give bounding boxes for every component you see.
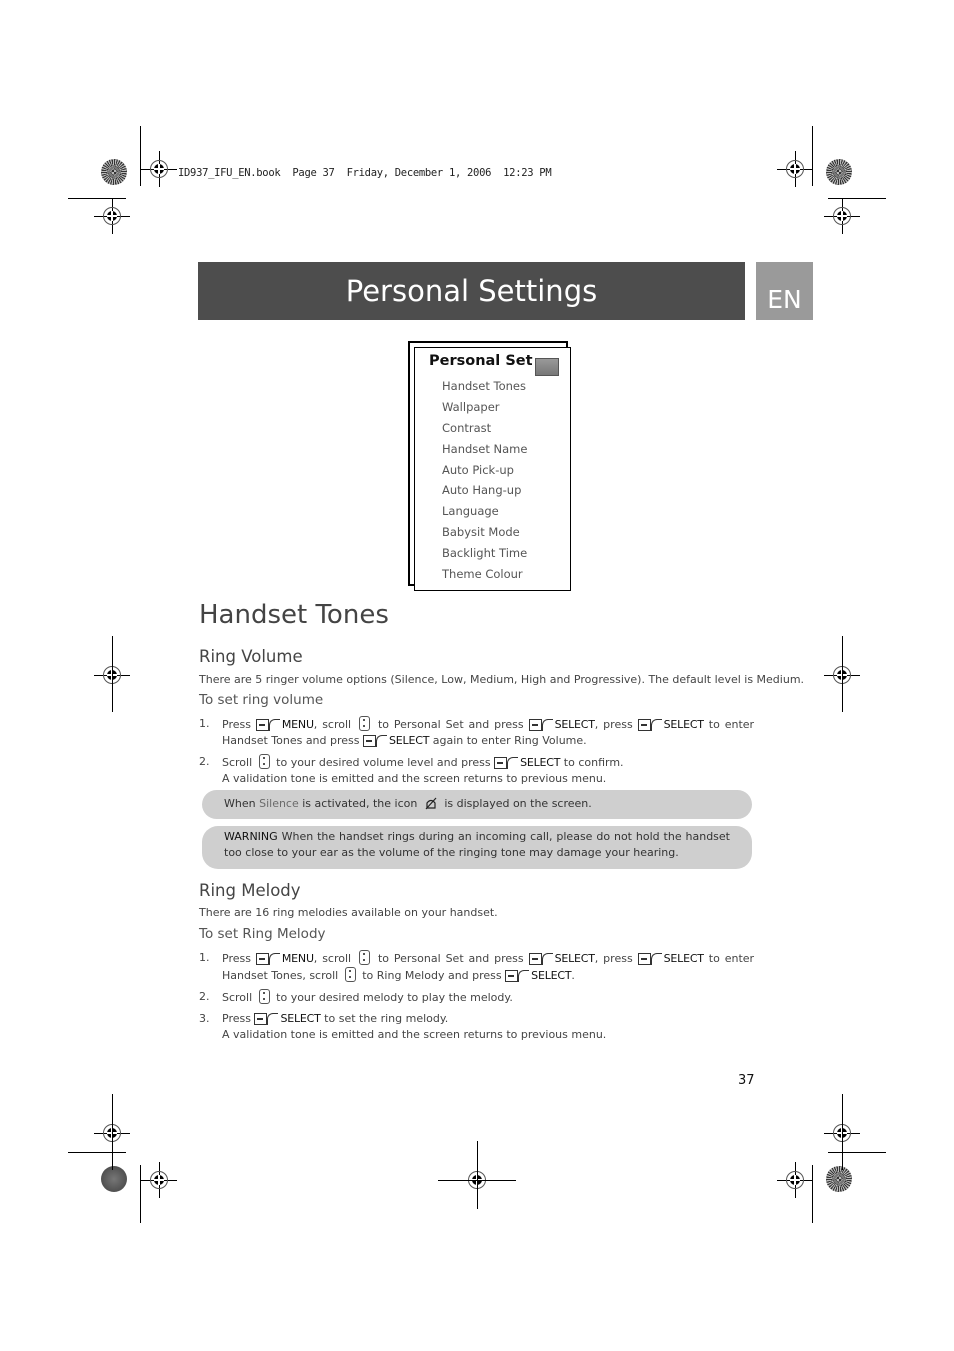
select-softkey-icon <box>505 970 530 982</box>
scroll-key-icon <box>344 967 356 982</box>
menu-item: Backlight Time <box>442 546 528 561</box>
select-softkey-icon <box>363 735 388 747</box>
menu-screen: Personal Set Handset Tones Wallpaper Con… <box>414 347 571 591</box>
menu-item: Auto Hang-up <box>442 483 522 498</box>
registration-mark-icon <box>777 1162 813 1198</box>
registration-mark-icon <box>777 151 813 187</box>
step-item: 3. Press SELECT to set the ring melody. … <box>199 1012 607 1041</box>
step-item: 1. Press MENU, scroll to Personal Set an… <box>199 950 755 982</box>
section-title: Handset Tones <box>199 600 389 630</box>
page-number: 37 <box>738 1073 755 1088</box>
ring-melody-procedure-title: To set Ring Melody <box>199 926 326 942</box>
select-softkey-icon <box>528 719 553 731</box>
ring-volume-intro: There are 5 ringer volume options (Silen… <box>199 673 805 686</box>
ring-melody-heading: Ring Melody <box>199 881 301 900</box>
scroll-key-icon <box>359 716 371 731</box>
step-item: 2. Scroll to your desired volume level a… <box>199 754 624 785</box>
ring-melody-intro: There are 16 ring melodies available on … <box>199 906 498 919</box>
menu-item: Language <box>442 504 499 519</box>
registration-mark-icon <box>141 151 177 187</box>
color-registration-icon <box>101 1166 127 1192</box>
ring-volume-procedure-title: To set ring volume <box>199 692 324 708</box>
menu-item: Theme Colour <box>442 567 523 582</box>
menu-list: Handset Tones Wallpaper Contrast Handset… <box>442 376 527 585</box>
select-softkey-icon <box>528 953 553 965</box>
menu-softkey-icon <box>255 953 280 965</box>
warning-label: WARNING <box>224 830 278 843</box>
page-title-bar: Personal Settings <box>198 262 745 320</box>
language-label: EN <box>767 285 802 314</box>
step-item: 2. Scroll to your desired melody to play… <box>199 989 513 1004</box>
scroll-key-icon <box>359 950 371 965</box>
print-header: ID937_IFU_EN.book Page 37 Friday, Decemb… <box>178 167 552 179</box>
silent-bell-icon <box>425 797 437 810</box>
select-softkey-icon <box>494 757 519 769</box>
silence-note: When Silence is activated, the icon is d… <box>202 790 752 819</box>
warning-text: When the handset rings during an incomin… <box>224 830 730 859</box>
scroll-key-icon <box>258 754 270 769</box>
ring-volume-heading: Ring Volume <box>199 647 303 666</box>
menu-title: Personal Set <box>429 353 533 369</box>
registration-mark-icon <box>141 1162 177 1198</box>
language-tab: EN <box>756 262 813 320</box>
step-item: 1. Press MENU, scroll to Personal Set an… <box>199 716 755 747</box>
menu-item: Handset Tones <box>442 379 526 393</box>
silence-highlight: Silence <box>259 797 299 810</box>
ring-melody-steps: 1. Press MENU, scroll to Personal Set an… <box>199 950 754 1048</box>
color-registration-icon <box>101 159 127 185</box>
ring-volume-steps: 1. Press MENU, scroll to Personal Set an… <box>199 716 754 792</box>
select-softkey-icon <box>637 719 662 731</box>
warning-note: WARNING When the handset rings during an… <box>202 826 752 869</box>
registration-mark-icon <box>94 198 130 234</box>
menu-item: Babysit Mode <box>442 525 520 540</box>
registration-mark-icon <box>824 198 860 234</box>
select-softkey-icon <box>637 953 662 965</box>
page-title: Personal Settings <box>345 274 598 308</box>
personal-settings-icon <box>535 358 559 376</box>
menu-softkey-icon <box>255 719 280 731</box>
menu-item: Wallpaper <box>442 399 500 414</box>
select-softkey-icon <box>254 1013 279 1025</box>
color-registration-icon <box>826 1166 852 1192</box>
color-registration-icon <box>826 159 852 185</box>
menu-item: Auto Pick-up <box>442 462 514 477</box>
menu-item: Contrast <box>442 420 492 435</box>
scroll-key-icon <box>258 989 270 1004</box>
menu-item: Handset Name <box>442 441 528 456</box>
